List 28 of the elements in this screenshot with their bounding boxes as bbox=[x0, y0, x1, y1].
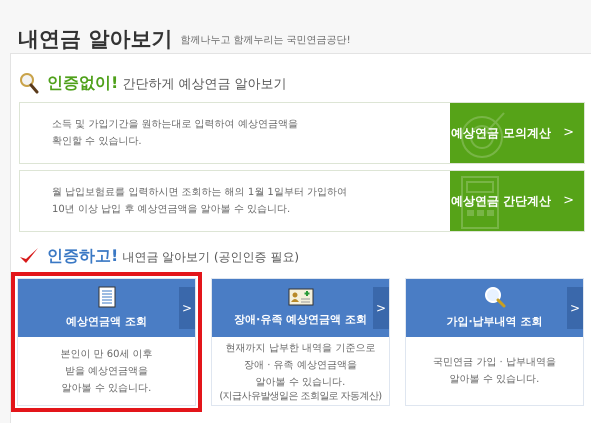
service-card[interactable]: 예상연금액 조회 > 본인이 만 60세 이후 받을 예상연금액을 알아볼 수 있습니다. bbox=[17, 278, 196, 406]
chevron-button[interactable]: > bbox=[567, 287, 583, 329]
card-note: (지급사유발생일은 조회일로 자동계산) bbox=[219, 390, 382, 402]
slogan: 함께나누고 함께누리는 국민연금공단! bbox=[180, 34, 351, 48]
service-card[interactable]: 장애·유족 예상연금액 조회 > 현재까지 납부한 내역을 기준으로 장애 · 유족 예상연금액을 알아볼 수 있습니다. (지급사유발생일은 조회일로 자동계산) bbox=[211, 278, 390, 406]
magnifier-icon bbox=[19, 72, 39, 94]
page-title: 내연금 알아보기 bbox=[18, 29, 172, 50]
section-highlight: 인증하고! bbox=[47, 245, 118, 267]
checkmark-icon bbox=[19, 247, 39, 265]
chevron-button[interactable]: > bbox=[373, 287, 389, 329]
chevron-button[interactable]: > bbox=[179, 287, 195, 329]
card-title: 예상연금액 조회 bbox=[66, 314, 147, 330]
section-heading: 간단하게 예상연금 알아보기 bbox=[122, 76, 287, 94]
calculate-button[interactable]: 예상연금 모의계산 > bbox=[450, 103, 584, 163]
document-icon bbox=[98, 286, 116, 308]
calculate-button[interactable]: 예상연금 간단계산 > bbox=[450, 171, 584, 231]
id-card-icon bbox=[288, 288, 314, 306]
card-description: 본인이 만 60세 이후 받을 예상연금액을 알아볼 수 있습니다. bbox=[60, 348, 153, 396]
card-title: 가입·납부내역 조회 bbox=[446, 314, 542, 330]
card-description: 국민연금 가입 · 납부내역을 알아볼 수 있습니다. bbox=[433, 356, 556, 387]
row-description: 월 납입보험료를 입력하시면 조회하는 해의 1월 1일부터 가입하여 10년 이상 납입 후 예상연금액을 알아볼 수 있습니다. bbox=[51, 186, 348, 217]
service-card[interactable]: 가입·납부내역 조회 > 국민연금 가입 · 납부내역을 알아볼 수 있습니다. bbox=[405, 278, 584, 406]
magnifier-icon bbox=[484, 286, 506, 308]
card-description: 현재까지 납부한 내역을 기준으로 장애 · 유족 예상연금액을 알아볼 수 있습니다. bbox=[226, 342, 376, 390]
section-highlight: 인증없이! bbox=[47, 72, 118, 94]
section-heading: 내연금 알아보기 (공인인증 필요) bbox=[122, 249, 300, 266]
card-title: 장애·유족 예상연금액 조회 bbox=[234, 312, 367, 328]
row-description: 소득 및 가입기간을 원하는대로 입력하여 예상연금액을 확인할 수 있습니다. bbox=[51, 118, 299, 149]
